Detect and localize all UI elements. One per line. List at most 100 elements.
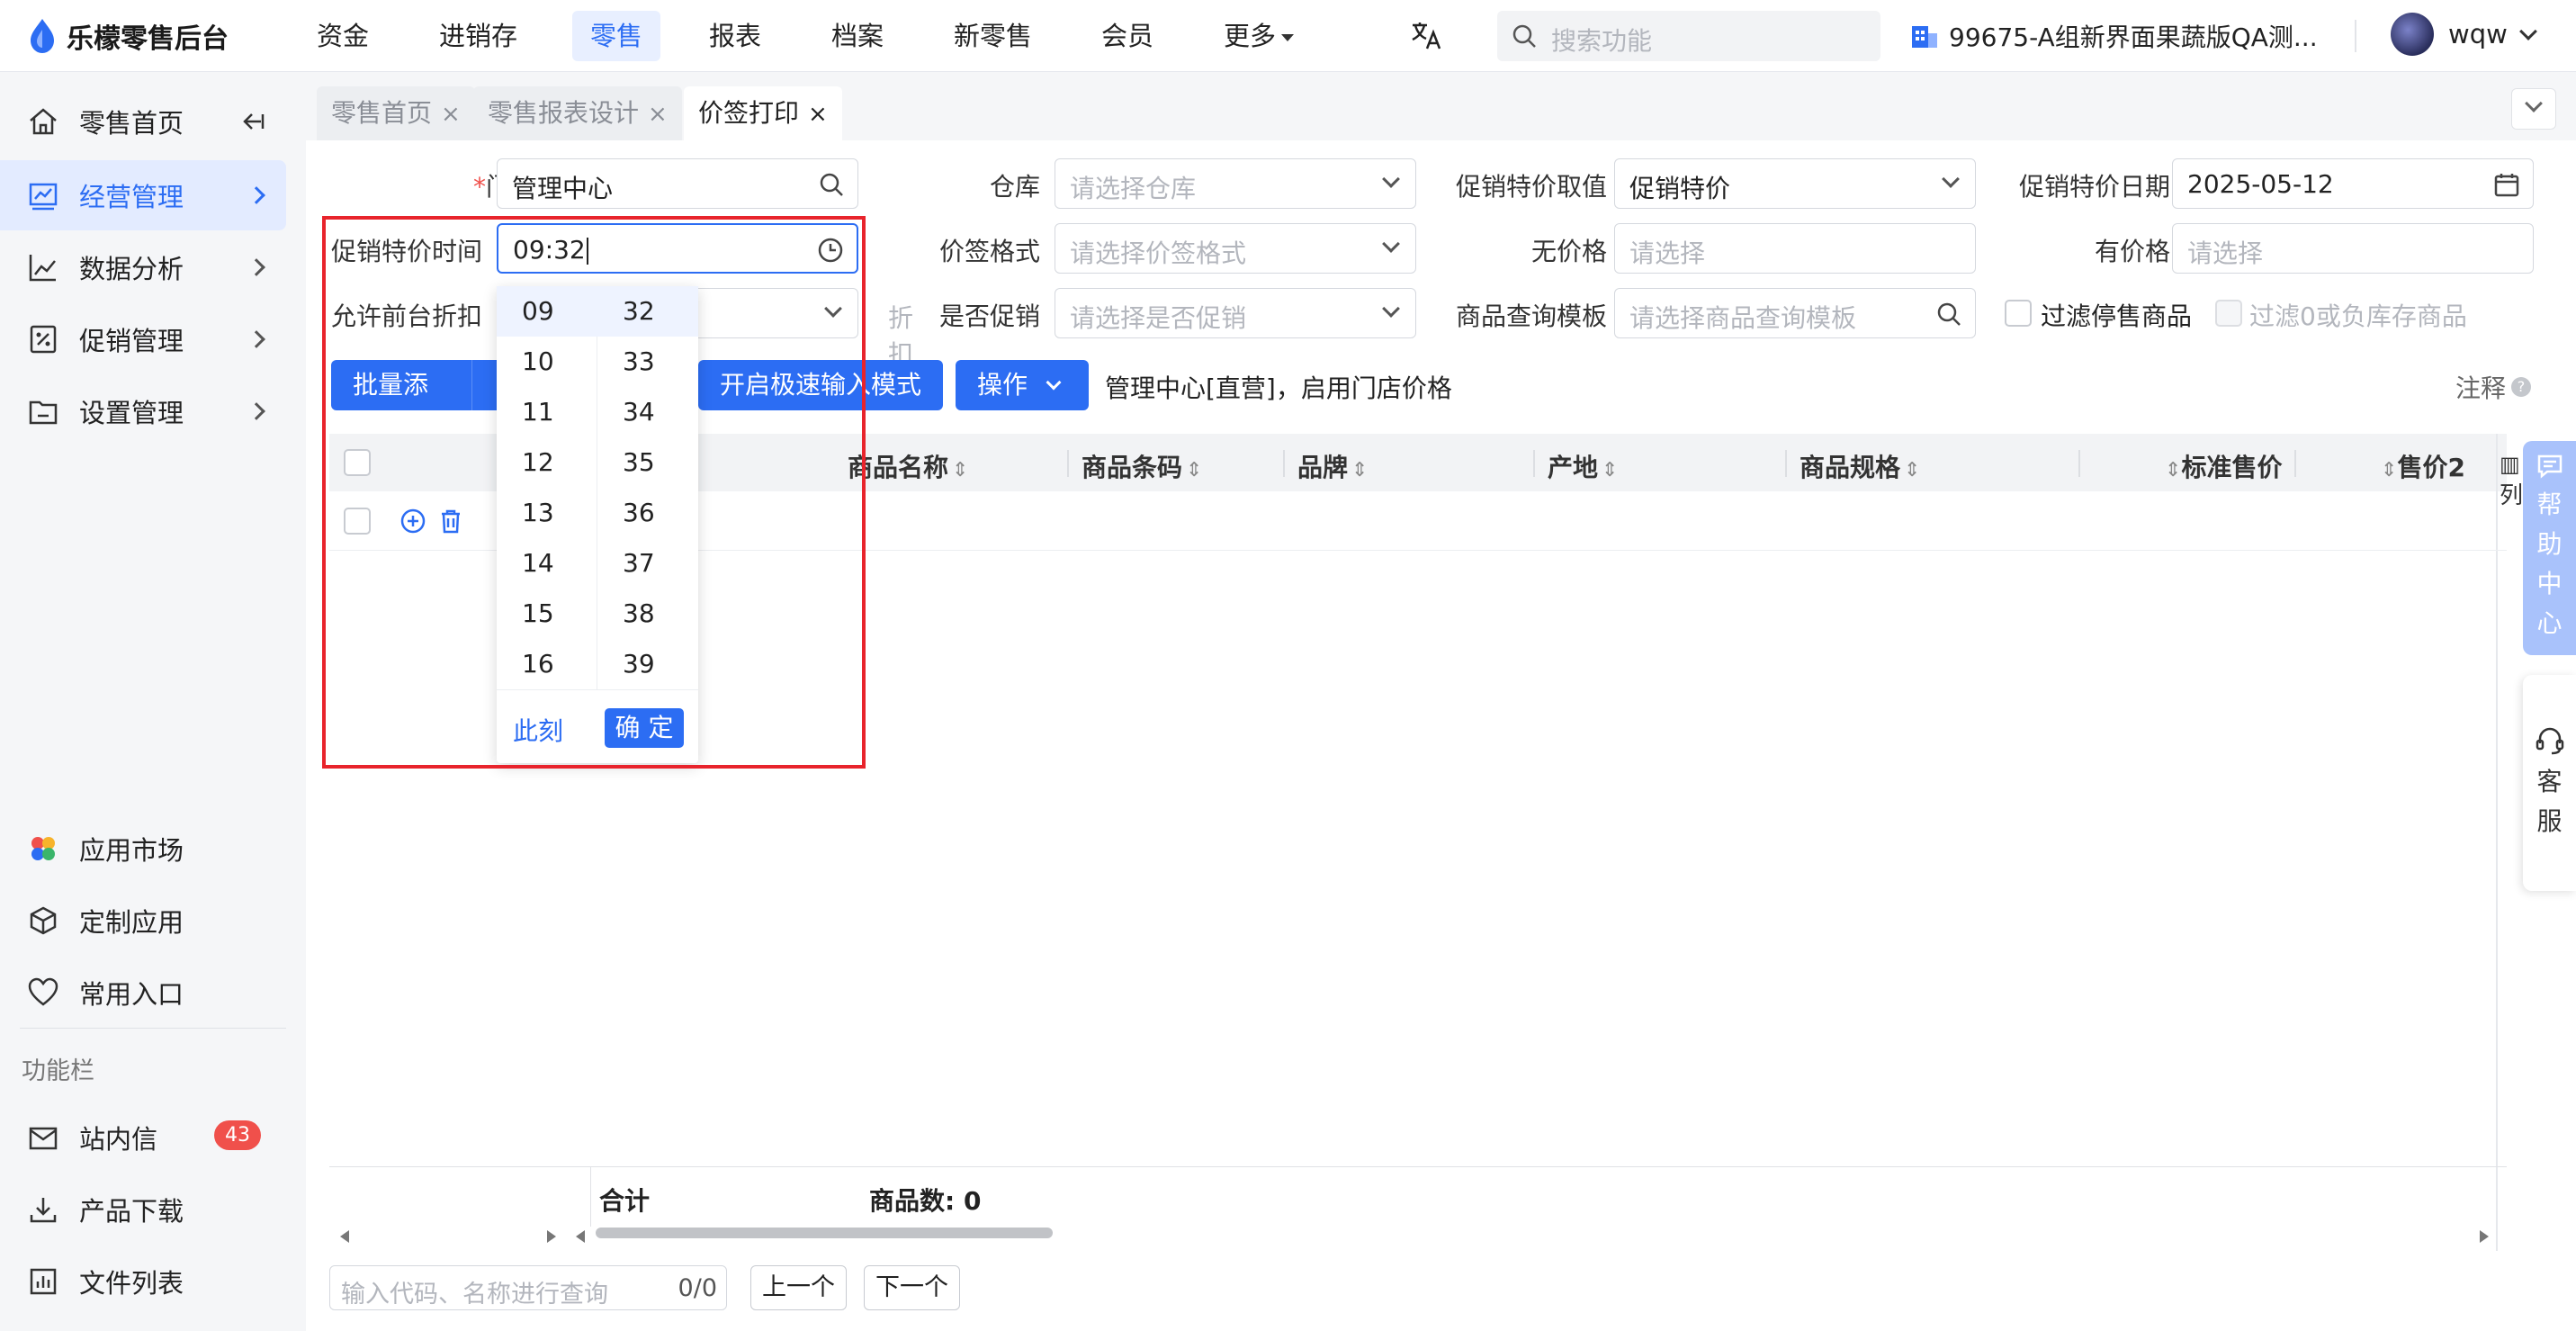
sidebar-item-operations[interactable]: 经营管理 [0,160,286,230]
logo-text: 乐檬零售后台 [67,23,229,55]
chevron-right-icon [247,186,265,204]
heart-icon [28,977,58,1006]
col-divider [1785,450,1787,477]
chevron-right-icon [247,258,265,276]
row-search-input[interactable]: 输入代码、名称进行查询 0/0 [329,1265,727,1310]
sort-icon: ⇕ [952,459,969,481]
sort-icon: ⇕ [1351,459,1369,481]
sidebar-item-app-market[interactable]: 应用市场 [0,814,286,884]
tab-retail-home[interactable]: 零售首页 × [317,86,475,140]
sidebar-item-promotions[interactable]: 促销管理 [0,304,286,374]
nav-item-new-retail[interactable]: 新零售 [936,11,1050,61]
promo-value-select[interactable]: 促销特价 [1614,158,1976,209]
collapse-sidebar-icon[interactable] [239,108,266,135]
col-brand[interactable]: 品牌 ⇕ [1297,448,1368,484]
scroll-right-icon[interactable] [547,1230,556,1243]
nav-item-more[interactable]: 更多 [1206,11,1312,61]
mail-icon [29,1127,58,1150]
col-origin[interactable]: 产地 ⇕ [1548,448,1618,484]
warehouse-label: 仓库 [989,172,1040,202]
col-spec[interactable]: 商品规格 ⇕ [1800,448,1920,484]
is-promo-select[interactable]: 请选择是否促销 [1055,288,1416,338]
scroll-left-icon[interactable] [340,1230,349,1243]
filter-zero-stock-checkbox[interactable] [2215,300,2242,327]
calendar-icon [2494,174,2519,197]
col-product-name[interactable]: 商品名称 ⇕ [848,448,968,484]
tabs-menu-button[interactable] [2511,88,2556,130]
sidebar-item-settings[interactable]: 设置管理 [0,376,286,446]
operate-menu-button[interactable]: 操作 [956,360,1089,410]
customer-service-tab[interactable]: 客 服 [2523,675,2576,891]
sidebar-item-favorites[interactable]: 常用入口 [0,958,286,1028]
promo-date-label: 促销特价日期 [2018,172,2170,202]
close-icon[interactable]: × [648,101,668,128]
nav-item-reports[interactable]: 报表 [691,11,779,61]
col-price-2[interactable]: ⇕售价2 [2377,448,2465,484]
no-price-select[interactable]: 请选择 [1614,223,1976,274]
promo-date-picker[interactable]: 2025-05-12 [2172,158,2534,209]
notes-link[interactable]: 注释 ? [2455,369,2531,405]
search-icon[interactable] [1935,301,1962,328]
has-price-select[interactable]: 请选择 [2172,223,2534,274]
warehouse-select[interactable]: 请选择仓库 [1055,158,1416,209]
table-footer: 合计 商品数: 0 [329,1166,2507,1227]
tag-format-placeholder: 请选择价签格式 [1070,238,1247,268]
service-char: 客 [2536,767,2563,796]
col-standard-price[interactable]: ⇕标准售价 [2161,448,2282,484]
sidebar-item-retail-home[interactable]: 零售首页 [0,86,286,157]
org-switcher[interactable]: 99675-A组新界面果蔬版QA测... [1909,18,2318,54]
nav-item-archives[interactable]: 档案 [813,11,902,61]
sidebar-item-label: 站内信 [79,1124,158,1155]
tag-format-select[interactable]: 请选择价签格式 [1055,223,1416,274]
nav-item-inventory[interactable]: 进销存 [421,11,535,61]
nav-item-retail[interactable]: 零售 [572,11,661,61]
col-barcode[interactable]: 商品条码 ⇕ [1082,448,1202,484]
query-template-label: 商品查询模板 [1455,301,1607,331]
footer-divider [590,1167,591,1227]
app-logo[interactable]: 乐檬零售后台 [27,16,229,56]
filter-stopped-label: 过滤停售商品 [2041,301,2193,331]
warehouse-placeholder: 请选择仓库 [1070,174,1197,203]
unread-badge: 43 [214,1120,261,1150]
page-tabs: 零售首页 × 零售报表设计 × 价签打印 × [306,72,2576,140]
close-icon[interactable]: × [441,101,461,128]
sort-icon: ⇕ [2381,459,2398,481]
sidebar-item-custom-apps[interactable]: 定制应用 [0,886,286,956]
headset-icon [2536,727,2563,755]
no-price-placeholder: 请选择 [1629,238,1706,268]
scroll-left-icon[interactable] [576,1230,585,1243]
col-divider [1067,450,1069,477]
tab-report-design[interactable]: 零售报表设计 × [473,86,682,140]
sidebar-item-messages[interactable]: 站内信 43 [0,1102,286,1173]
prev-button[interactable]: 上一个 [750,1265,847,1310]
sidebar-item-data-analysis[interactable]: 数据分析 [0,232,286,302]
nav-item-funds[interactable]: 资金 [299,11,387,61]
search-icon[interactable] [818,171,845,198]
tab-price-tag-print[interactable]: 价签打印 × [684,86,842,140]
help-center-tab[interactable]: 帮 助 中 心 [2523,441,2576,655]
store-field[interactable]: 管理中心 [497,158,858,209]
sidebar-item-file-list[interactable]: 文件列表 [0,1246,286,1317]
user-menu[interactable]: wqw [2391,13,2537,56]
translate-icon[interactable] [1409,18,1445,54]
row-search-count: 0/0 [678,1274,717,1302]
promo-value-label: 促销特价取值 [1455,172,1607,202]
query-template-select[interactable]: 请选择商品查询模板 [1614,288,1976,338]
search-icon [1512,24,1536,48]
scroll-right-icon[interactable] [2480,1230,2489,1243]
table-right-border [2496,434,2498,1251]
next-button[interactable]: 下一个 [864,1265,960,1310]
download-icon [30,1198,57,1223]
global-search[interactable]: 搜索功能 [1497,11,1880,61]
sidebar-item-downloads[interactable]: 产品下载 [0,1174,286,1245]
horizontal-scrollbar-thumb[interactable] [596,1228,1053,1238]
nav-item-members[interactable]: 会员 [1083,11,1171,61]
total-label: 合计 [599,1186,651,1216]
sort-icon: ⇕ [1186,459,1203,481]
filter-stopped-checkbox[interactable] [2005,300,2032,327]
sidebar-item-label: 定制应用 [79,907,184,938]
col-divider [2078,450,2080,477]
header-divider [2355,20,2356,52]
close-icon[interactable]: × [808,101,828,128]
sort-icon: ⇕ [1904,459,1921,481]
